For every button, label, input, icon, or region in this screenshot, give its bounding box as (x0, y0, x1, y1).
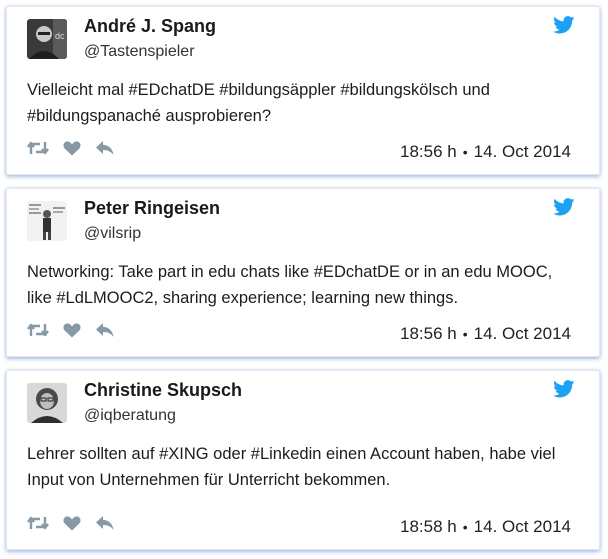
svg-text:dc: dc (55, 31, 65, 41)
tweet-text-line: Lehrer sollten auf #XING oder #Linkedin … (27, 445, 556, 463)
reply-icon[interactable] (95, 515, 115, 533)
twitter-bird-icon[interactable] (553, 380, 575, 398)
heart-icon[interactable] (63, 322, 81, 340)
tweet-time: 18:58 h (400, 517, 457, 536)
tweet-text-line: Vielleicht mal #EDchatDE #bildungsäppler… (27, 81, 490, 99)
author-handle[interactable]: @vilsrip (84, 225, 141, 243)
tweet-timestamp[interactable]: 18:56 h • 14. Oct 2014 (400, 142, 571, 162)
tweet-actions (27, 138, 129, 160)
tweet-time: 18:56 h (400, 324, 457, 343)
tweet-timestamp[interactable]: 18:58 h • 14. Oct 2014 (400, 517, 571, 537)
avatar[interactable]: dc (27, 19, 67, 59)
reply-icon[interactable] (95, 140, 115, 158)
tweet-card[interactable]: Christine Skupsch @iqberatung Lehrer sol… (6, 370, 600, 550)
heart-icon[interactable] (63, 140, 81, 158)
tweet-time: 18:56 h (400, 142, 457, 161)
tweet-card[interactable]: Peter Ringeisen @vilsrip Networking: Tak… (6, 188, 600, 357)
tweet-text-line: Input von Unternehmen für Unterricht bek… (27, 471, 391, 489)
twitter-bird-icon[interactable] (553, 16, 575, 34)
timestamp-separator: • (462, 326, 468, 342)
tweet-text: Lehrer sollten auf #XING oder #Linkedin … (27, 441, 587, 493)
retweet-icon[interactable] (27, 322, 49, 340)
author-name[interactable]: Christine Skupsch (84, 380, 242, 401)
retweet-icon[interactable] (27, 140, 49, 158)
tweet-date: 14. Oct 2014 (473, 142, 571, 161)
author-name[interactable]: André J. Spang (84, 16, 216, 37)
avatar[interactable] (27, 383, 67, 423)
timestamp-separator: • (462, 519, 468, 535)
tweet-actions (27, 513, 129, 535)
author-handle[interactable]: @Tastenspieler (84, 43, 195, 61)
tweet-text: Networking: Take part in edu chats like … (27, 259, 587, 311)
avatar[interactable] (27, 201, 67, 241)
tweet-text-line: Networking: Take part in edu chats like … (27, 263, 553, 281)
tweet-timestamp[interactable]: 18:56 h • 14. Oct 2014 (400, 324, 571, 344)
twitter-bird-icon[interactable] (553, 198, 575, 216)
tweet-date: 14. Oct 2014 (473, 324, 571, 343)
tweet-date: 14. Oct 2014 (473, 517, 571, 536)
timestamp-separator: • (462, 144, 468, 160)
tweet-text-line: #bildungspanaché ausprobieren? (27, 107, 272, 125)
tweet-actions (27, 320, 129, 342)
tweet-card[interactable]: dc André J. Spang @Tastenspieler Viellei… (6, 6, 600, 175)
heart-icon[interactable] (63, 515, 81, 533)
retweet-icon[interactable] (27, 515, 49, 533)
author-name[interactable]: Peter Ringeisen (84, 198, 220, 219)
reply-icon[interactable] (95, 322, 115, 340)
tweet-text-line: like #LdLMOOC2, sharing experience; lear… (27, 289, 459, 307)
author-handle[interactable]: @iqberatung (84, 407, 176, 425)
tweet-text: Vielleicht mal #EDchatDE #bildungsäppler… (27, 77, 587, 129)
